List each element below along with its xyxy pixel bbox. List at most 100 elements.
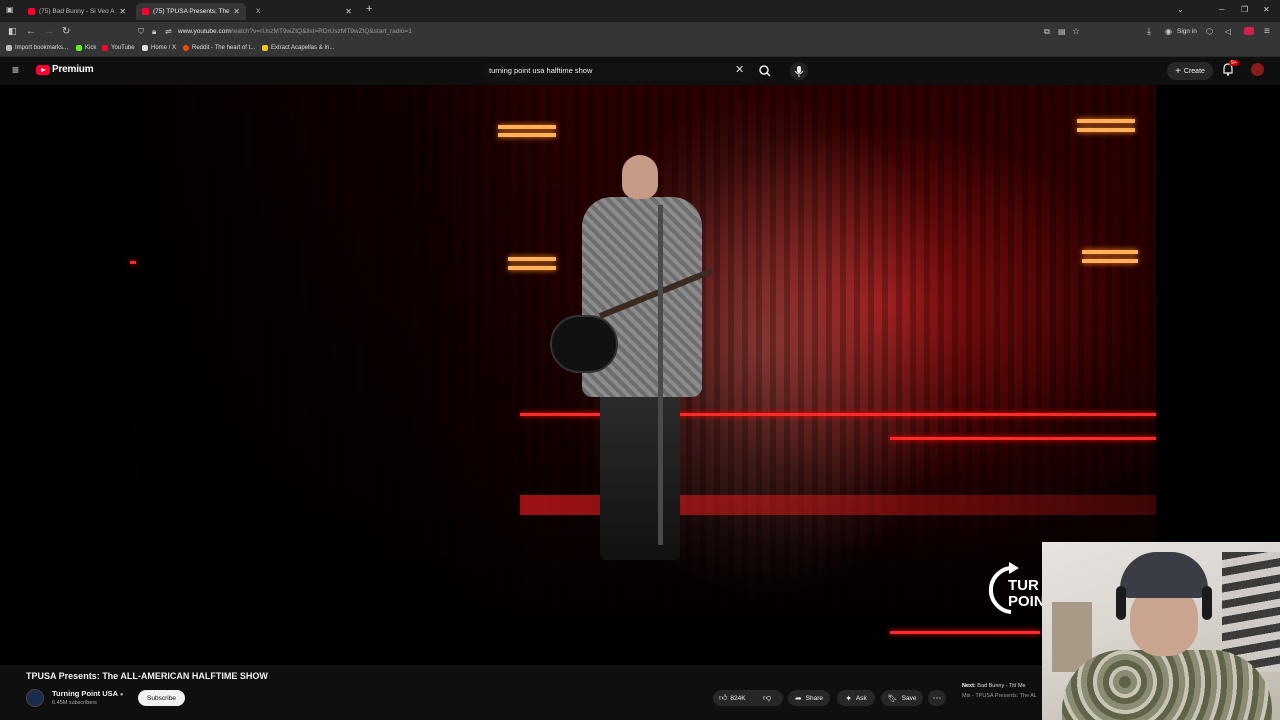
more-actions-button[interactable]: ⋯ <box>928 690 946 706</box>
next-video-mix: Mix - TPUSA Presents: The AL <box>962 693 1037 699</box>
red-light-dot <box>130 261 136 264</box>
bookmark-import[interactable]: Import bookmarks... <box>6 45 68 51</box>
extension-badge-icon[interactable] <box>1244 27 1254 35</box>
save-label: Save <box>901 694 917 702</box>
up-next-preview[interactable]: Next: Bad Bunny - Tití Me Mix - TPUSA Pr… <box>962 683 1037 699</box>
verified-icon: ● <box>119 692 124 698</box>
clear-search-icon[interactable]: ✕ <box>735 63 744 76</box>
tab-actions-icon[interactable]: ▣ <box>6 5 14 14</box>
tab-tpusa[interactable]: (75) TPUSA Presents: The ALL-AMERICAN ✕ <box>136 3 246 20</box>
shield-icon[interactable]: ⛉ <box>138 27 144 37</box>
extensions-icon[interactable]: ⬡ <box>1206 27 1213 36</box>
reload-icon[interactable]: ↻ <box>62 26 70 37</box>
webcam-hat <box>1120 552 1208 598</box>
tab-search-chevron-icon[interactable]: ⌄ <box>1177 5 1184 14</box>
more-horizontal-icon: ⋯ <box>932 692 942 703</box>
close-tab-icon[interactable]: ✕ <box>233 7 240 16</box>
reddit-icon <box>183 45 189 51</box>
bookmark-star-icon[interactable]: ☆ <box>1072 26 1080 37</box>
bookmark-icon: 🔖︎ <box>887 693 898 703</box>
thumbs-up-icon: 👍︎ <box>719 693 728 702</box>
close-tab-icon[interactable]: ✕ <box>119 7 126 16</box>
search-button[interactable] <box>753 61 777 81</box>
dislike-button[interactable]: 👎︎ <box>763 693 771 703</box>
share-label: Share <box>805 694 824 702</box>
sign-in-link[interactable]: Sign in <box>1177 28 1197 35</box>
address-bar-row: ◧ ← → ↻ ⛉ 🔒︎ ⇌ www.youtube.com/watch?v=r… <box>0 22 1280 42</box>
site-settings-icon[interactable]: ⇌ <box>165 27 172 36</box>
channel-name[interactable]: Turning Point USA ● <box>52 689 124 698</box>
search-icon <box>759 65 771 77</box>
bookmark-label: YouTube <box>111 45 135 51</box>
install-app-icon[interactable]: ⧉ <box>1044 27 1050 37</box>
save-button[interactable]: 🔖︎ Save <box>881 690 923 706</box>
headset-icon <box>1202 586 1212 620</box>
lock-icon[interactable]: 🔒︎ <box>152 27 156 37</box>
back-icon[interactable]: ← <box>26 26 36 37</box>
channel-avatar[interactable] <box>26 689 44 707</box>
stage-light <box>508 257 556 261</box>
stage-light <box>1077 128 1135 132</box>
hamburger-menu-icon[interactable]: ≡ <box>12 63 19 77</box>
profile-icon[interactable]: ◉ <box>1165 27 1172 36</box>
tab-title: (75) TPUSA Presents: The ALL-AMERICAN <box>153 8 230 15</box>
minimize-icon[interactable]: ─ <box>1219 5 1225 14</box>
like-button[interactable]: 👍︎ 824K <box>719 693 746 703</box>
create-button[interactable]: + Create <box>1167 62 1213 80</box>
bookmark-label: Kick <box>85 45 97 51</box>
youtube-premium-logo[interactable]: Premium <box>52 64 94 75</box>
video-title: TPUSA Presents: The ALL-AMERICAN HALFTIM… <box>26 671 268 681</box>
stage-light <box>498 125 556 129</box>
bookmark-label: Reddit - The heart of t... <box>192 45 256 51</box>
microphone-icon <box>794 66 804 77</box>
guitar-body <box>550 315 618 373</box>
streamer-webcam <box>1042 542 1280 720</box>
forward-icon[interactable]: → <box>44 26 54 37</box>
url-field[interactable]: www.youtube.com/watch?v=rUszMT9wZtQ&list… <box>178 28 412 35</box>
acapella-icon <box>262 45 268 51</box>
import-icon <box>6 45 12 51</box>
tab-bad-bunny[interactable]: (75) Bad Bunny - Si Veo A Tu Mamá ✕ <box>22 3 132 20</box>
bookmark-youtube[interactable]: YouTube <box>102 45 135 51</box>
youtube-icon <box>102 45 108 51</box>
reader-mode-icon[interactable]: ▤ <box>1058 27 1066 36</box>
youtube-logo-icon[interactable] <box>36 65 50 75</box>
sidebar-icon[interactable]: ◧ <box>8 26 17 37</box>
next-label: Next: <box>962 683 976 689</box>
x-icon <box>142 45 148 51</box>
bookmark-reddit[interactable]: Reddit - The heart of t... <box>183 45 255 51</box>
like-dislike-group: 👍︎ 824K 👎︎ <box>713 690 783 706</box>
ask-label: Ask <box>855 694 867 702</box>
voice-search-button[interactable] <box>790 62 808 80</box>
restore-icon[interactable]: ❐ <box>1241 5 1248 14</box>
youtube-favicon-icon <box>28 8 35 15</box>
menu-icon[interactable]: ≡ <box>1264 26 1270 37</box>
subscribe-button[interactable]: Subscribe <box>138 690 185 706</box>
mic-stand <box>658 205 663 545</box>
search-input[interactable]: turning point usa halftime show <box>489 66 592 75</box>
stage-light <box>1082 250 1138 254</box>
new-tab-icon[interactable]: + <box>366 3 372 15</box>
bookmark-kick[interactable]: Kick <box>76 45 96 51</box>
plus-icon: + <box>1175 65 1181 77</box>
close-tab-icon[interactable]: ✕ <box>345 7 352 16</box>
stage-light <box>498 133 556 137</box>
close-window-icon[interactable]: ✕ <box>1263 5 1270 14</box>
ask-button[interactable]: ✦ Ask <box>837 690 875 706</box>
create-label: Create <box>1183 67 1205 75</box>
sparkle-icon: ✦ <box>845 693 852 703</box>
performer-legs <box>600 390 680 560</box>
search-box[interactable]: turning point usa halftime show <box>483 61 753 81</box>
bookmark-label: Extract Acapellas & In... <box>271 45 335 51</box>
bookmark-x[interactable]: Home / X <box>142 45 176 51</box>
youtube-header: ≡ Premium turning point usa halftime sho… <box>0 57 1280 85</box>
share-button[interactable]: ➦ Share <box>788 690 830 706</box>
account-avatar[interactable] <box>1251 63 1264 76</box>
bookmark-acapellas[interactable]: Extract Acapellas & In... <box>262 45 334 51</box>
thumbs-down-icon: 👎︎ <box>763 693 772 702</box>
url-path: /watch?v=rUszMT9wZtQ&list=RDrUszMT9wZtQ&… <box>230 28 412 35</box>
download-icon[interactable]: ⤓ <box>1147 26 1151 37</box>
audio-icon[interactable]: ◁ <box>1225 27 1231 36</box>
bookmarks-bar: Import bookmarks... Kick YouTube Home / … <box>0 42 1280 57</box>
tab-x[interactable]: X ✕ <box>250 3 358 20</box>
